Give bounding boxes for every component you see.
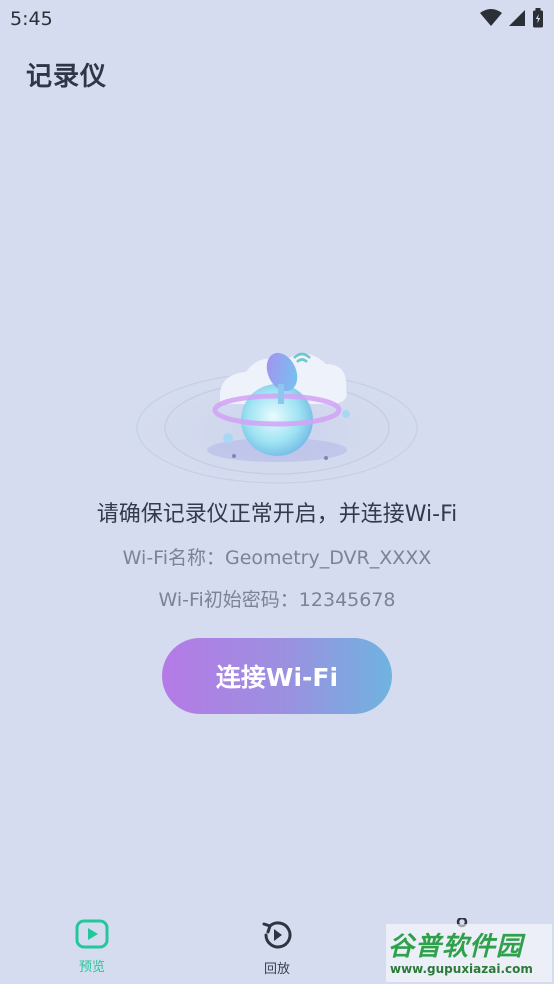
- status-icons: [480, 8, 544, 28]
- battery-icon: [533, 8, 543, 28]
- connect-wifi-button[interactable]: 连接Wi-Fi: [162, 638, 392, 714]
- page-title: 记录仪: [26, 62, 108, 92]
- status-time: 5:45: [10, 8, 53, 30]
- wifi-signal-icon: [480, 9, 502, 26]
- watermark-logo-text: 谷普软件园: [388, 932, 524, 962]
- nav-label-playback: 回放: [263, 962, 290, 977]
- instruction-text: 请确保记录仪正常开启，并连接Wi-Fi: [96, 502, 458, 527]
- status-bar: 5:45: [0, 0, 554, 38]
- wifi-name-text: Wi-Fi名称：Geometry_DVR_XXXX: [122, 547, 432, 569]
- watermark-url: www.gupuxiazai.com: [390, 962, 533, 976]
- connect-wifi-label: 连接Wi-Fi: [215, 663, 339, 692]
- dashcam-wifi-illustration: [102, 352, 452, 490]
- nav-item-playback[interactable]: 回放: [232, 918, 322, 977]
- play-square-icon: [75, 919, 109, 949]
- history-icon: [262, 921, 292, 949]
- watermark: 谷普软件园 www.gupuxiazai.com: [386, 924, 552, 982]
- screen: 5:45 记录仪 请确保记录仪正常开启，并连接Wi-Fi Wi-Fi名称：Geo…: [0, 0, 554, 984]
- wifi-password-text: Wi-Fi初始密码：12345678: [158, 589, 396, 611]
- nav-item-preview[interactable]: 预览: [47, 918, 137, 975]
- nav-label-preview: 预览: [78, 960, 105, 975]
- cell-signal-icon: [509, 10, 525, 26]
